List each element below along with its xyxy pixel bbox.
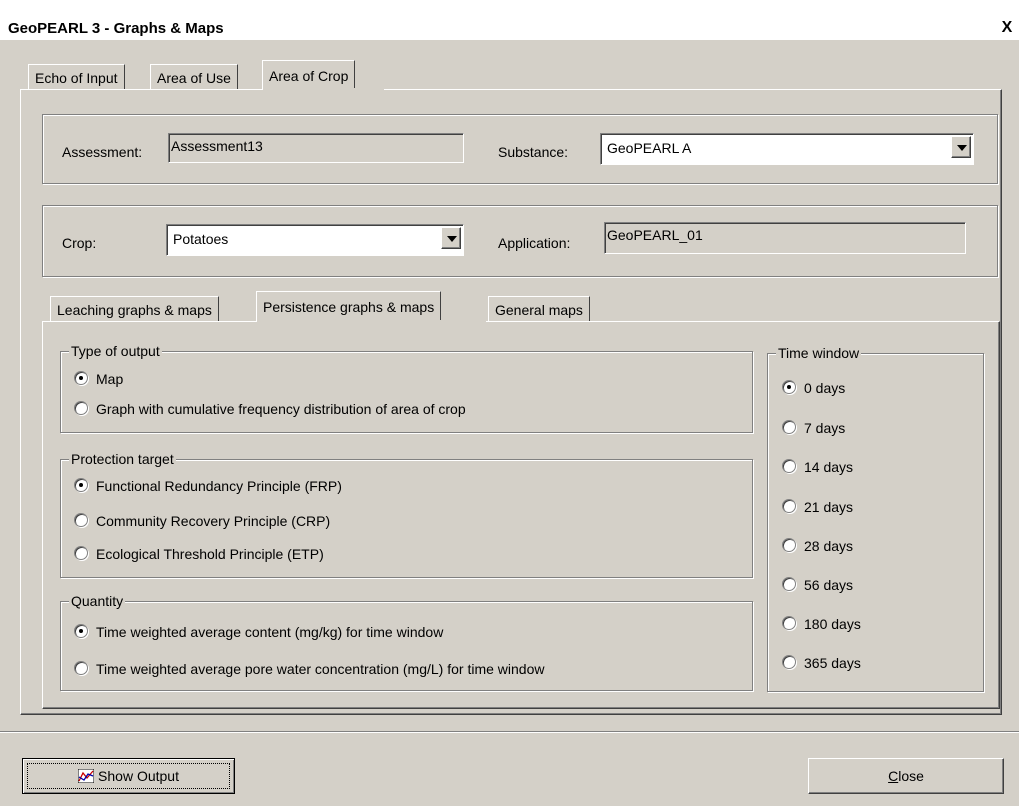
application-field[interactable]: GeoPEARL_01 <box>604 222 966 254</box>
window-title: GeoPEARL 3 - Graphs & Maps <box>8 20 224 37</box>
tab-area-of-crop[interactable]: Area of Crop <box>262 60 356 90</box>
tab-persistence-graphs-maps[interactable]: Persistence graphs & maps <box>256 291 442 321</box>
time-window-0-days-radio[interactable]: 0 days <box>782 377 845 399</box>
radio-selected-icon <box>74 478 88 492</box>
target-etp-label: Ecological Threshold Principle (ETP) <box>96 546 324 562</box>
radio-unselected-icon <box>74 513 88 527</box>
target-frp-label: Functional Redundancy Principle (FRP) <box>96 478 342 494</box>
active-tab-join <box>263 88 384 91</box>
assessment-field[interactable]: Assessment13 <box>168 133 464 163</box>
radio-unselected-icon <box>74 401 88 415</box>
substance-value: GeoPEARL A <box>607 140 692 156</box>
radio-unselected-icon <box>782 499 796 513</box>
time-window-365-days-label: 365 days <box>804 655 861 671</box>
quantity-pore-water-label: Time weighted average pore water concent… <box>96 661 545 677</box>
target-etp-radio[interactable]: Ecological Threshold Principle (ETP) <box>74 543 324 565</box>
time-window-0-days-label: 0 days <box>804 380 846 396</box>
tab-echo-of-input[interactable]: Echo of Input <box>28 64 125 90</box>
substance-select[interactable]: GeoPEARL A <box>600 133 974 165</box>
close-label-accel: C <box>888 768 899 784</box>
radio-unselected-icon <box>782 616 796 630</box>
output-graph-label: Graph with cumulative frequency distribu… <box>96 401 466 417</box>
time-window-180-days-radio[interactable]: 180 days <box>782 613 861 635</box>
time-window-14-days-radio[interactable]: 14 days <box>782 456 853 478</box>
time-window-56-days-radio[interactable]: 56 days <box>782 574 853 596</box>
tab-leaching-graphs-maps[interactable]: Leaching graphs & maps <box>50 296 219 322</box>
target-frp-radio[interactable]: Functional Redundancy Principle (FRP) <box>74 475 342 497</box>
quantity-legend: Quantity <box>69 592 126 610</box>
type-of-output-legend: Type of output <box>69 342 162 360</box>
quantity-pore-water-radio[interactable]: Time weighted average pore water concent… <box>74 658 544 680</box>
substance-dropdown-chevron-down-icon[interactable] <box>951 136 971 158</box>
target-crp-radio[interactable]: Community Recovery Principle (CRP) <box>74 510 330 532</box>
target-crp-label: Community Recovery Principle (CRP) <box>96 513 331 529</box>
radio-unselected-icon <box>782 459 796 473</box>
time-window-28-days-label: 28 days <box>804 538 854 554</box>
quantity-content-label: Time weighted average content (mg/kg) fo… <box>96 624 444 640</box>
radio-unselected-icon <box>782 538 796 552</box>
assessment-label: Assessment: <box>62 144 143 160</box>
crop-select[interactable]: Potatoes <box>166 224 464 256</box>
time-window-group: Time window <box>767 344 984 692</box>
application-label: Application: <box>498 235 571 251</box>
output-graph-radio[interactable]: Graph with cumulative frequency distribu… <box>74 398 466 420</box>
output-map-radio[interactable]: Map <box>74 368 123 390</box>
crop-label: Crop: <box>62 235 97 251</box>
radio-selected-icon <box>782 380 796 394</box>
time-window-21-days-radio[interactable]: 21 days <box>782 496 853 518</box>
crop-value: Potatoes <box>173 231 229 247</box>
time-window-28-days-radio[interactable]: 28 days <box>782 535 853 557</box>
separator-highlight <box>0 732 1019 733</box>
output-map-label: Map <box>96 371 124 387</box>
radio-unselected-icon <box>782 577 796 591</box>
radio-unselected-icon <box>782 655 796 669</box>
close-window-icon[interactable]: X <box>998 19 1016 37</box>
active-subtab-join <box>257 320 486 323</box>
time-window-7-days-radio[interactable]: 7 days <box>782 417 845 439</box>
radio-unselected-icon <box>74 546 88 560</box>
crop-dropdown-chevron-down-icon[interactable] <box>441 227 461 249</box>
time-window-56-days-label: 56 days <box>804 577 854 593</box>
radio-unselected-icon <box>782 420 796 434</box>
title-bar: GeoPEARL 3 - Graphs & Maps X <box>0 0 1019 40</box>
quantity-content-radio[interactable]: Time weighted average content (mg/kg) fo… <box>74 621 443 643</box>
time-window-legend: Time window <box>776 344 862 362</box>
time-window-14-days-label: 14 days <box>804 459 854 475</box>
radio-unselected-icon <box>74 661 88 675</box>
type-of-output-group: Type of output <box>60 342 753 433</box>
time-window-365-days-radio[interactable]: 365 days <box>782 652 861 674</box>
time-window-180-days-label: 180 days <box>804 616 861 632</box>
close-button[interactable]: Close <box>808 758 1004 794</box>
show-output-focus-rect: Show Output <box>27 763 230 789</box>
substance-label: Substance: <box>498 144 569 160</box>
show-output-label: Show Output <box>98 768 179 784</box>
close-label: lose <box>898 768 924 784</box>
radio-selected-icon <box>74 624 88 638</box>
radio-selected-icon <box>74 371 88 385</box>
time-window-7-days-label: 7 days <box>804 420 846 436</box>
show-output-button[interactable]: Show Output <box>22 758 235 794</box>
tab-general-maps[interactable]: General maps <box>488 296 590 322</box>
protection-target-legend: Protection target <box>69 450 176 468</box>
tab-area-of-use[interactable]: Area of Use <box>150 64 238 90</box>
time-window-21-days-label: 21 days <box>804 499 854 515</box>
chart-icon <box>78 769 95 783</box>
